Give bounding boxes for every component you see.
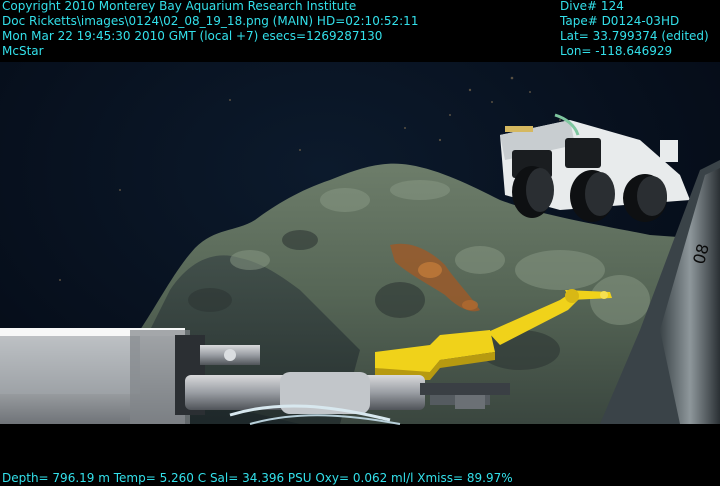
tape-number-text: Tape# D0124-03HD bbox=[560, 14, 680, 28]
dive-number-text: Dive# 124 bbox=[560, 0, 624, 13]
underwater-scene: 08 bbox=[0, 0, 720, 486]
instrument-text: McStar bbox=[2, 44, 44, 58]
longitude-text: Lon= -118.646929 bbox=[560, 44, 673, 58]
video-frame: 08 Copyright 2010 Monterey Bay Aquarium … bbox=[0, 0, 720, 486]
telemetry-text: Depth= 796.19 m Temp= 5.260 C Sal= 34.39… bbox=[2, 471, 513, 485]
timestamp-text: Mon Mar 22 19:45:30 2010 GMT (local +7) … bbox=[2, 29, 383, 43]
latitude-text: Lat= 33.799374 (edited) bbox=[560, 29, 709, 43]
overlay-top-left: Copyright 2010 Monterey Bay Aquarium Res… bbox=[2, 0, 418, 59]
image-path-text: Doc Ricketts\images\0124\02_08_19_18.png… bbox=[2, 14, 419, 28]
overlay-top-right: Dive# 124 Tape# D0124-03HD Lat= 33.79937… bbox=[560, 0, 709, 59]
overlay-bottom: Depth= 796.19 m Temp= 5.260 C Sal= 34.39… bbox=[2, 471, 513, 486]
copyright-text: Copyright 2010 Monterey Bay Aquarium Res… bbox=[2, 0, 357, 13]
